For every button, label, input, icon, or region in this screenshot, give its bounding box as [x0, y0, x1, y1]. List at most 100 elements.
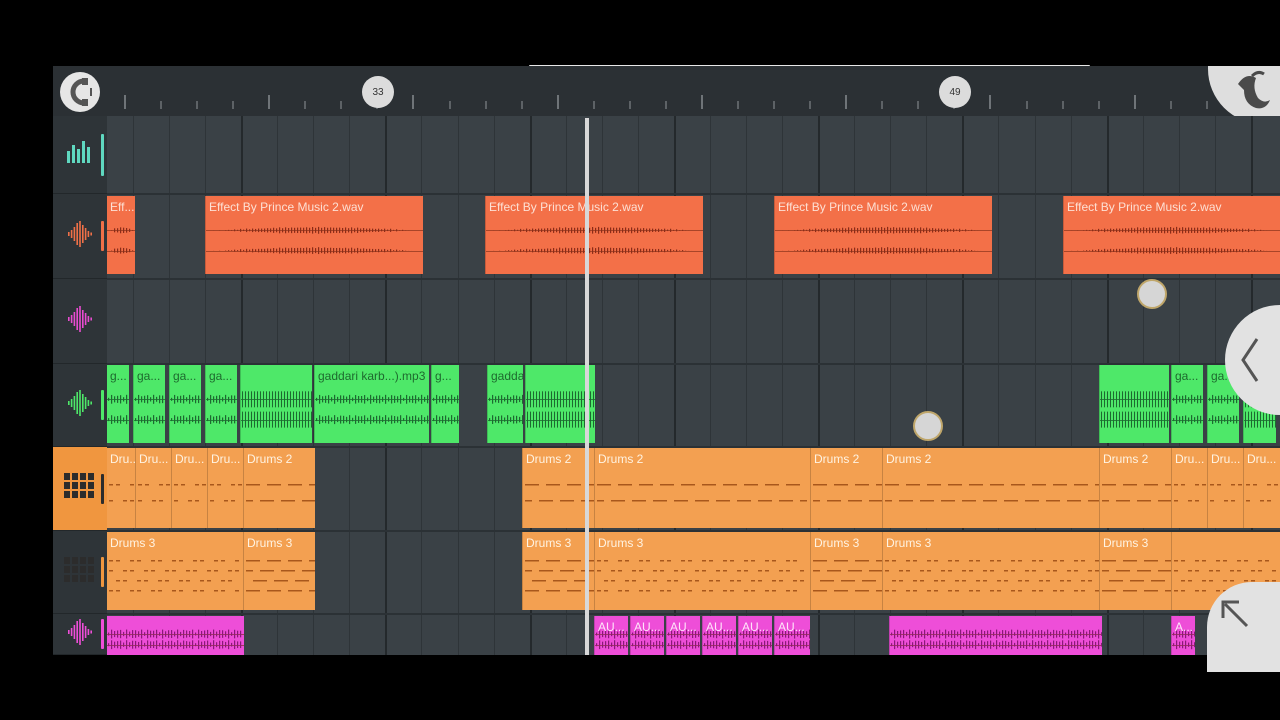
waveform-sample: [1224, 228, 1226, 233]
waveform-sample: [451, 415, 453, 425]
playlist-clip[interactable]: AU...: [738, 616, 772, 655]
snap-magnet-icon[interactable]: [60, 72, 100, 112]
waveform-sample: [421, 415, 423, 425]
track-select-bar[interactable]: [101, 221, 104, 251]
playlist-clip[interactable]: Drums 3: [594, 532, 810, 610]
waveform-sample: [830, 228, 832, 233]
side-panel-toggle[interactable]: [1225, 305, 1280, 415]
waveform-sample: [1002, 630, 1004, 639]
playlist-clip[interactable]: Drums 3: [810, 532, 882, 610]
expand-corner-button[interactable]: [1207, 582, 1280, 672]
playlist-clip[interactable]: Drums 2: [1099, 448, 1171, 528]
playlist-clip[interactable]: ga...: [1171, 365, 1203, 443]
pattern-note: [969, 500, 976, 502]
ruler-tick: [268, 95, 271, 109]
track-header[interactable]: [53, 364, 107, 447]
track-header[interactable]: [53, 279, 107, 364]
track-select-bar[interactable]: [101, 390, 104, 420]
track-select-bar[interactable]: [101, 557, 104, 587]
clip-label: Dru...: [1175, 452, 1205, 466]
playlist-clip[interactable]: Dru...: [135, 448, 171, 528]
pattern-note: [214, 570, 218, 572]
playlist-clip[interactable]: Drums 2: [882, 448, 1099, 528]
pattern-note: [827, 570, 834, 572]
waveform-sample: [514, 249, 516, 252]
playlist-clip[interactable]: Dru...: [107, 448, 135, 528]
touch-handle[interactable]: [913, 411, 943, 441]
pattern-note: [702, 484, 709, 486]
playlist-clip[interactable]: ga...: [205, 365, 237, 443]
playlist-clip[interactable]: AU...: [630, 616, 664, 655]
playlist-clip[interactable]: Effect By Prince Music 2.wav: [205, 196, 423, 274]
track-select-bar[interactable]: [101, 473, 104, 504]
playlist-grid[interactable]: Eff... Effect By Prince Music 2.wav Effect…: [107, 116, 1280, 655]
playlist-clip[interactable]: Drums 3: [522, 532, 594, 610]
playlist-clip[interactable]: Drums 3: [243, 532, 315, 610]
playlist-clip[interactable]: Drums 3: [107, 532, 243, 610]
touch-handle[interactable]: [1137, 279, 1167, 309]
waveform-sample: [911, 227, 913, 233]
pattern-note: [288, 560, 295, 562]
playlist-clip[interactable]: Effect By Prince Music 2.wav: [1063, 196, 1280, 274]
playlist-clip[interactable]: g...: [431, 365, 459, 443]
playlist-clip[interactable]: [240, 365, 312, 443]
playlist-clip[interactable]: AU...: [702, 616, 736, 655]
playlist-clip[interactable]: ga...: [169, 365, 201, 443]
waveform-sample: [857, 248, 859, 253]
waveform-sample: [824, 249, 826, 252]
timeline-ruler[interactable]: 33 49: [53, 66, 1280, 124]
waveform-sample: [334, 415, 336, 425]
playlist-clip[interactable]: AU...: [594, 616, 628, 655]
playlist-clip[interactable]: Dru...: [207, 448, 243, 528]
playlist-clip[interactable]: [1099, 365, 1169, 443]
playlist-clip[interactable]: AU...: [774, 616, 810, 655]
waveform-sample: [281, 391, 282, 408]
ruler-tick: [160, 101, 163, 109]
pattern-note: [927, 560, 931, 562]
waveform-sample: [366, 248, 368, 253]
playlist-clip[interactable]: [107, 616, 244, 655]
waveform-sample: [953, 248, 955, 253]
pattern-note: [1151, 560, 1158, 562]
waveform-sample: [1173, 643, 1175, 647]
track-header[interactable]: [53, 447, 107, 531]
playlist-clip[interactable]: gaddari karb...).mp3: [314, 365, 429, 443]
playlist-clip[interactable]: Drums 3: [882, 532, 1099, 610]
playlist-clip[interactable]: A...: [1171, 616, 1195, 655]
playlist-clip[interactable]: Effect By Prince Music 2.wav: [774, 196, 992, 274]
playlist-clip[interactable]: Dru...: [1171, 448, 1207, 528]
playlist-clip[interactable]: Drums 2: [810, 448, 882, 528]
track-header[interactable]: [53, 614, 107, 655]
track-select-bar[interactable]: [101, 133, 104, 176]
playlist-clip[interactable]: Drums 2: [243, 448, 315, 528]
playlist-clip[interactable]: g...: [107, 365, 129, 443]
waveform-sample: [156, 640, 158, 649]
playlist-clip[interactable]: gaddari ...: [487, 365, 523, 443]
waveform-sample: [791, 642, 793, 647]
track-header[interactable]: [53, 116, 107, 194]
waveform-sample: [541, 248, 543, 253]
bar-marker-49[interactable]: 49: [939, 76, 971, 108]
playlist-clip[interactable]: Effect By Prince Music 2.wav: [485, 196, 703, 274]
playlist-clip[interactable]: Drums 3: [1099, 532, 1171, 610]
waveform-sample: [1005, 640, 1007, 649]
pattern-note: [1202, 590, 1206, 592]
bar-marker-33[interactable]: 33: [362, 76, 394, 108]
playlist-clip[interactable]: ga...: [133, 365, 165, 443]
playlist-clip[interactable]: [889, 616, 1102, 655]
pattern-note: [1158, 570, 1165, 572]
playlist-clip[interactable]: Drums 2: [594, 448, 810, 528]
waveform-sample: [1038, 640, 1040, 649]
pattern-note: [716, 570, 720, 572]
pattern-note: [1202, 580, 1206, 582]
track-header[interactable]: [53, 531, 107, 614]
playhead[interactable]: [585, 118, 589, 655]
playlist-clip[interactable]: AU...: [666, 616, 700, 655]
playlist-clip[interactable]: Dru...: [1207, 448, 1243, 528]
track-header[interactable]: [53, 194, 107, 279]
track-select-bar[interactable]: [101, 619, 104, 649]
playlist-clip[interactable]: Eff...: [107, 196, 135, 274]
playlist-clip[interactable]: Dru...: [1243, 448, 1280, 528]
playlist-clip[interactable]: Dru...: [171, 448, 207, 528]
playlist-clip[interactable]: Drums 2: [522, 448, 594, 528]
